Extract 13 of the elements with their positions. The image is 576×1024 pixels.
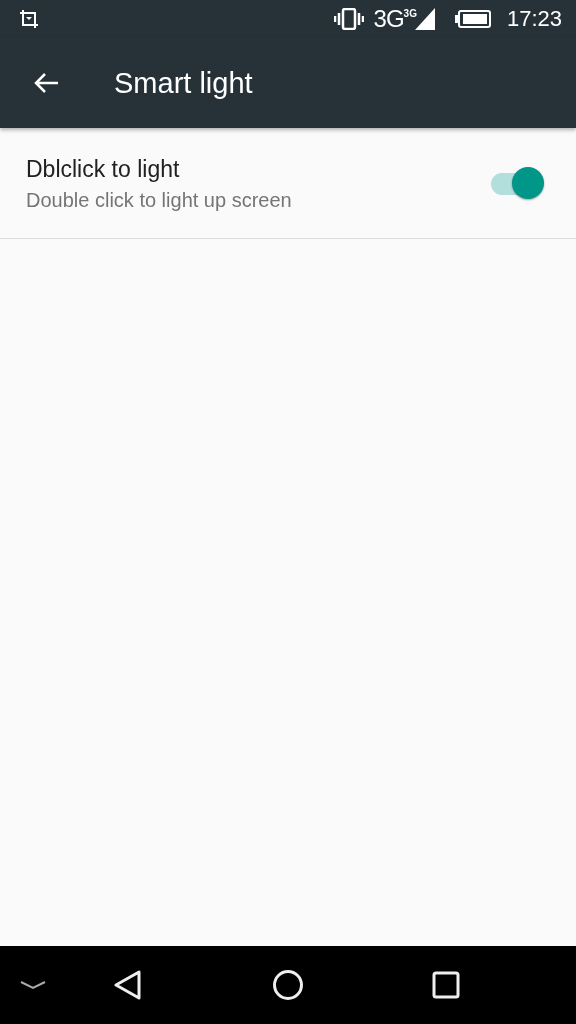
vibrate-icon — [333, 8, 364, 30]
screen-title: Smart light — [114, 66, 253, 100]
network-type: 3G — [373, 5, 404, 33]
network-type: 3G — [403, 8, 417, 19]
screenshot-icon — [20, 10, 38, 28]
setting-summary: Double click to light up screen — [26, 189, 293, 212]
setting-title: Dblclick to light — [26, 156, 181, 183]
recent-apps-button[interactable] — [432, 971, 460, 999]
clock: 17:23 — [506, 6, 562, 32]
hide-keyboard-button[interactable] — [20, 980, 46, 990]
home-button[interactable] — [272, 969, 304, 1001]
battery-icon — [454, 10, 491, 28]
back-button[interactable] — [114, 970, 142, 1000]
